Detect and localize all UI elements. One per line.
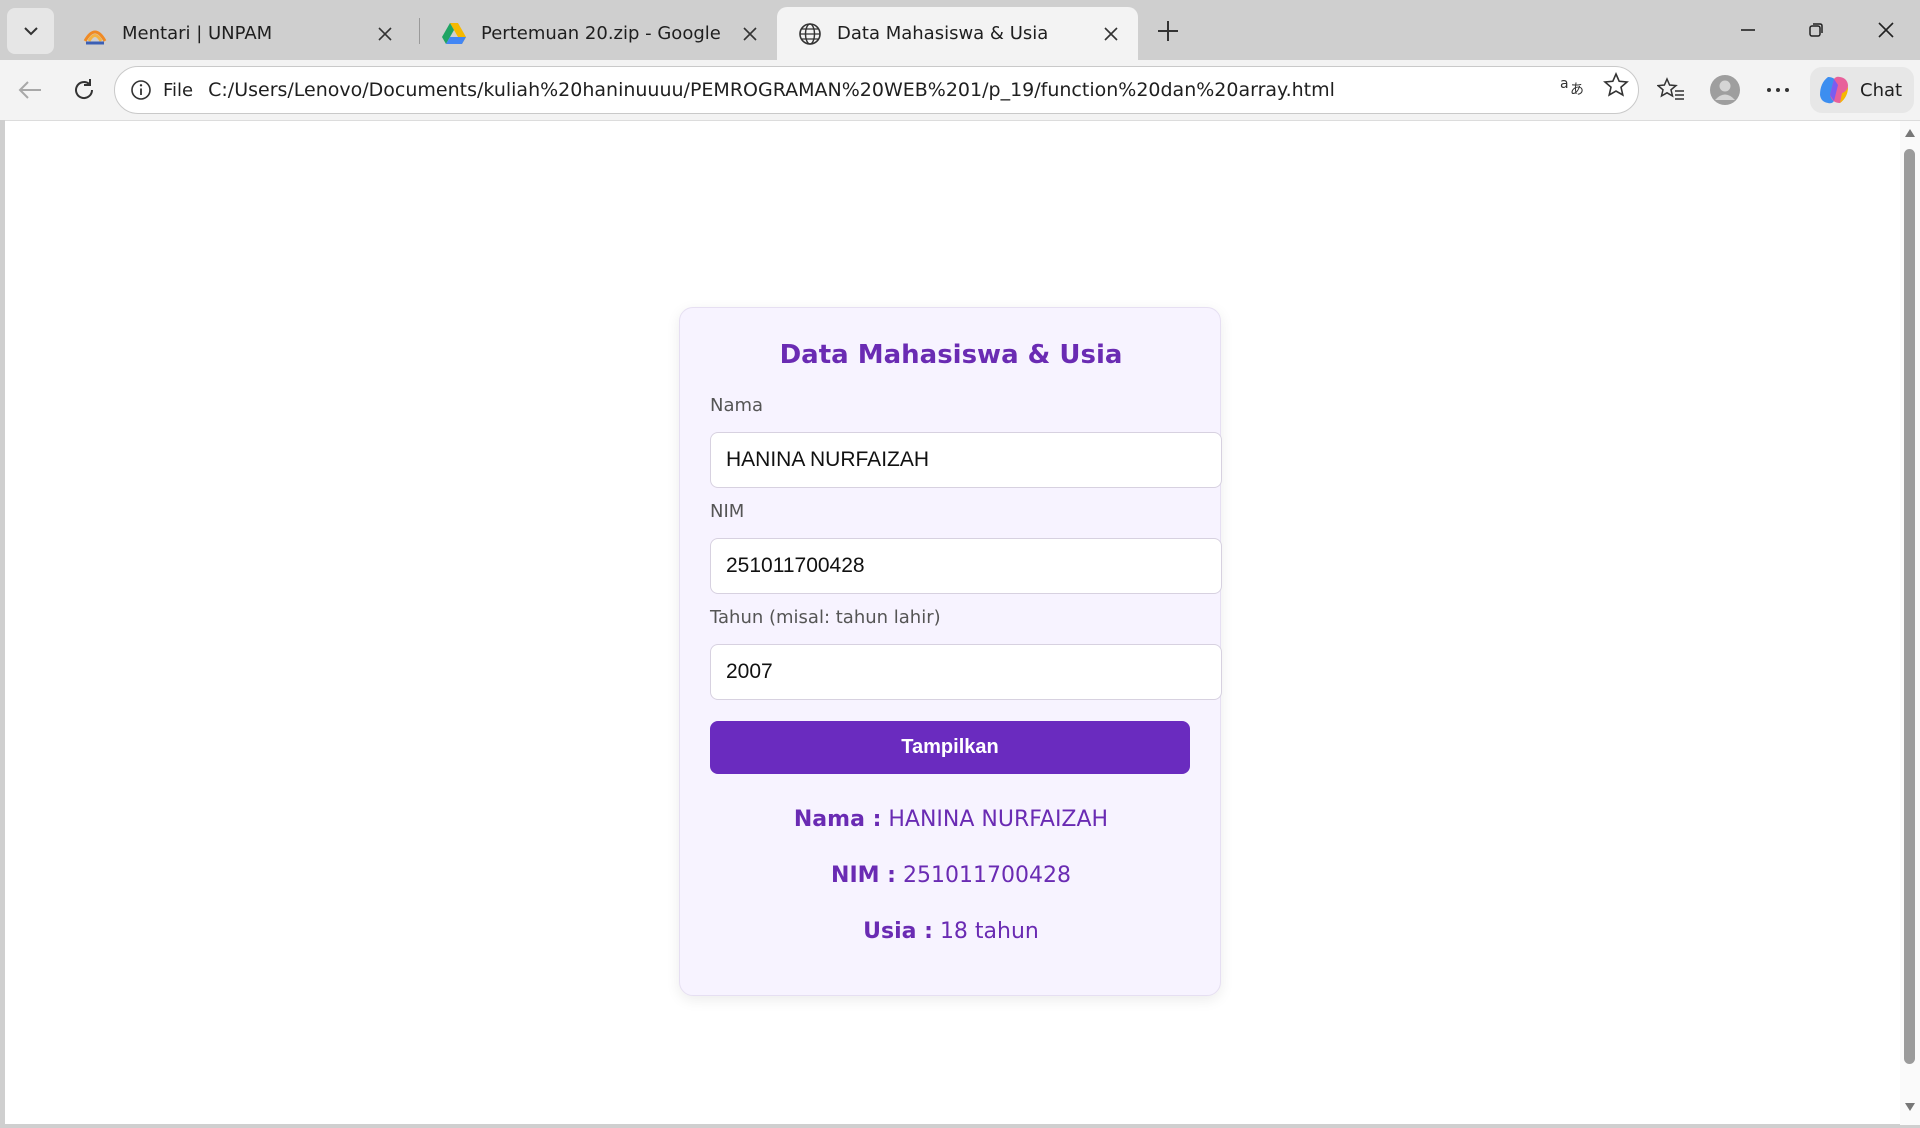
tahun-input[interactable] bbox=[710, 644, 1222, 700]
nama-input[interactable] bbox=[710, 432, 1222, 488]
close-icon bbox=[1878, 22, 1894, 38]
page-title: Data Mahasiswa & Usia bbox=[779, 340, 1123, 370]
tahun-label: Tahun (misal: tahun lahir) bbox=[710, 607, 941, 628]
tab-title: Pertemuan 20.zip - Google Drive bbox=[481, 23, 727, 44]
new-tab-button[interactable] bbox=[1151, 14, 1185, 48]
copilot-icon bbox=[1820, 76, 1848, 104]
chat-label: Chat bbox=[1860, 79, 1903, 101]
plus-icon bbox=[1158, 21, 1178, 41]
translate-icon[interactable]: a あ bbox=[1560, 72, 1586, 98]
result-nama: Nama : HANINA NURFAIZAH bbox=[680, 807, 1222, 832]
tab-actions-menu-button[interactable] bbox=[7, 8, 54, 54]
result-nama-value: HANINA NURFAIZAH bbox=[888, 807, 1109, 832]
nim-label: NIM bbox=[710, 501, 745, 522]
star-icon[interactable] bbox=[1603, 72, 1629, 98]
close-window-button[interactable] bbox=[1858, 10, 1914, 50]
unpam-logo-icon bbox=[82, 21, 108, 47]
tab-title: Mentari | UNPAM bbox=[122, 23, 273, 44]
result-usia-value: 18 tahun bbox=[939, 919, 1039, 944]
copilot-chat-button[interactable]: Chat bbox=[1810, 67, 1914, 113]
close-icon[interactable] bbox=[737, 21, 763, 47]
tab-data-mahasiswa[interactable]: Data Mahasiswa & Usia bbox=[777, 7, 1138, 60]
result-nim: NIM : 251011700428 bbox=[680, 863, 1222, 888]
tab-separator bbox=[419, 18, 420, 44]
address-bar[interactable]: File C:/Users/Lenovo/Documents/kuliah%20… bbox=[114, 66, 1639, 114]
url-text[interactable]: C:/Users/Lenovo/Documents/kuliah%20hanin… bbox=[208, 79, 1638, 101]
student-form-card: Data Mahasiswa & Usia Nama NIM Tahun (mi… bbox=[679, 307, 1222, 996]
nama-label: Nama bbox=[710, 395, 764, 416]
minimize-button[interactable] bbox=[1720, 10, 1776, 50]
globe-icon bbox=[797, 21, 823, 47]
back-button[interactable] bbox=[10, 70, 50, 110]
scroll-up-icon[interactable] bbox=[1904, 127, 1916, 139]
result-nim-value: 251011700428 bbox=[902, 863, 1071, 888]
info-icon[interactable] bbox=[129, 78, 153, 102]
tab-google-drive[interactable]: Pertemuan 20.zip - Google Drive bbox=[421, 7, 777, 60]
result-usia: Usia : 18 tahun bbox=[680, 919, 1222, 944]
refresh-button[interactable] bbox=[64, 70, 104, 110]
tab-mentari-unpam[interactable]: Mentari | UNPAM bbox=[62, 7, 412, 60]
scroll-down-icon[interactable] bbox=[1904, 1101, 1916, 1113]
restore-icon bbox=[1809, 23, 1823, 37]
scrollbar-thumb[interactable] bbox=[1904, 149, 1915, 1064]
vertical-scrollbar[interactable] bbox=[1900, 121, 1920, 1125]
restore-button[interactable] bbox=[1788, 10, 1844, 50]
close-icon[interactable] bbox=[1098, 21, 1124, 47]
url-scheme: File bbox=[163, 79, 194, 101]
tab-title: Data Mahasiswa & Usia bbox=[837, 23, 1049, 44]
more-options-icon[interactable] bbox=[1762, 74, 1794, 106]
profile-avatar-icon[interactable] bbox=[1709, 74, 1741, 106]
page-viewport: Data Mahasiswa & Usia Nama NIM Tahun (mi… bbox=[5, 120, 1920, 1125]
google-drive-icon bbox=[441, 21, 467, 47]
arrow-left-icon bbox=[18, 81, 41, 99]
favorites-icon[interactable] bbox=[1655, 74, 1687, 106]
tampilkan-button[interactable]: Tampilkan bbox=[710, 721, 1190, 774]
chevron-down-icon bbox=[23, 27, 38, 36]
nim-input[interactable] bbox=[710, 538, 1222, 594]
minimize-icon bbox=[1741, 29, 1755, 31]
svg-text:a: a bbox=[1560, 76, 1569, 92]
result-usia-key: Usia : bbox=[863, 919, 933, 944]
svg-text:あ: あ bbox=[1570, 82, 1584, 97]
browser-toolbar: File C:/Users/Lenovo/Documents/kuliah%20… bbox=[0, 60, 1920, 120]
close-icon[interactable] bbox=[372, 21, 398, 47]
tab-strip: Mentari | UNPAM Pertemuan 20.zip - Googl… bbox=[0, 0, 1920, 60]
refresh-icon bbox=[75, 79, 94, 99]
result-nim-key: NIM : bbox=[831, 863, 896, 888]
result-nama-key: Nama : bbox=[793, 807, 882, 832]
